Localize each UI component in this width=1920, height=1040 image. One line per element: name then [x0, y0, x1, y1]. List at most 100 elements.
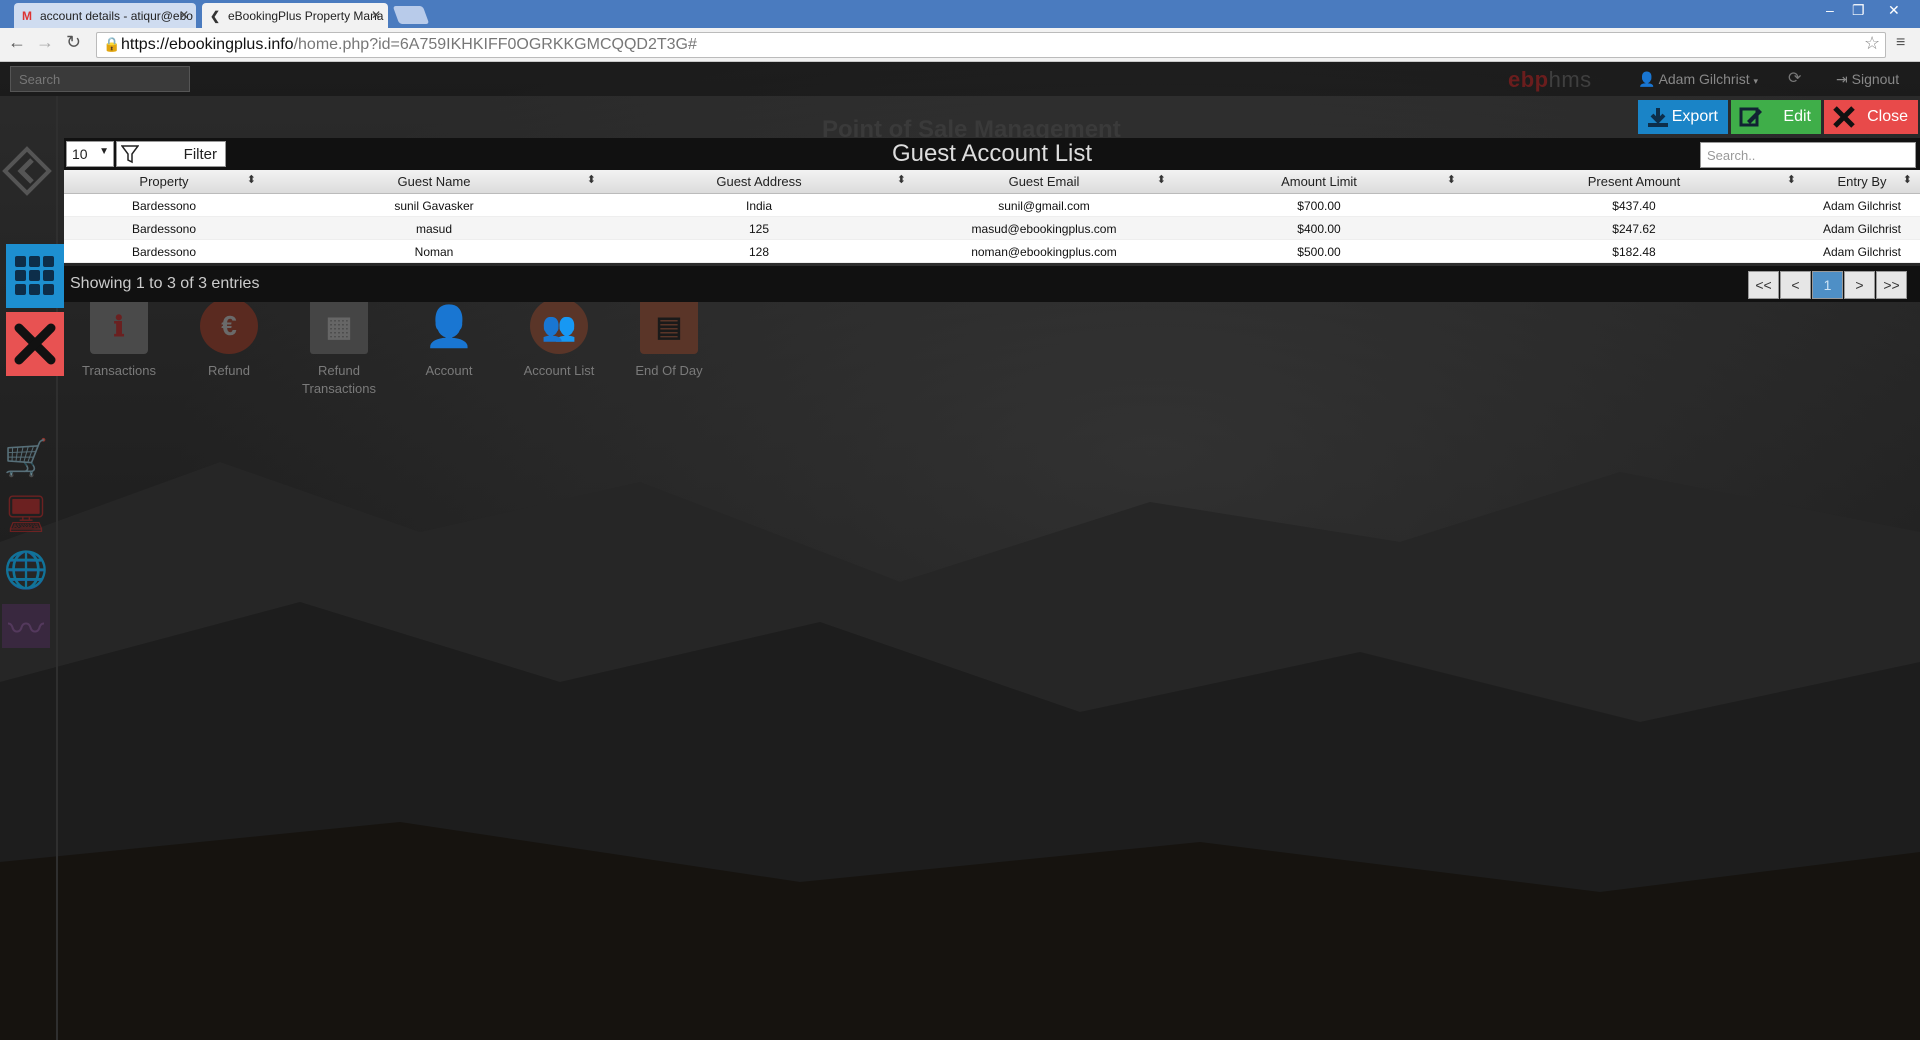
entries-info: Showing 1 to 3 of 3 entries [70, 275, 260, 292]
close-label: Close [1867, 108, 1908, 125]
column-header[interactable]: Property ⬍ [64, 170, 264, 194]
table-header-row: Property ⬍ Guest Name ⬍ Guest Address ⬍ Guest … [64, 170, 1920, 194]
tile-label: Account List [523, 363, 595, 378]
column-header[interactable]: Present Amount ⬍ [1464, 170, 1804, 194]
app-area: Search ebphms 👤 Adam Gilchrist ▾ ⟳ ⇥ Sig… [0, 62, 1920, 1040]
close-tab-icon[interactable]: ✕ [371, 8, 381, 22]
page-size-select[interactable]: 10 ▼ [66, 141, 114, 167]
refresh-icon[interactable]: ⟳ [1788, 68, 1801, 88]
table-row[interactable]: Bardessono sunil Gavasker India sunil@gmail… [64, 194, 1920, 217]
funnel-icon [121, 145, 139, 164]
table-cell: $700.00 [1297, 199, 1341, 213]
close-button[interactable]: Close [1824, 100, 1918, 134]
sort-icon: ⬍ [1786, 174, 1796, 186]
restore-icon[interactable]: ❐ [1852, 2, 1865, 19]
monitor-icon[interactable]: 🖥 [2, 492, 50, 536]
new-tab-button[interactable] [392, 6, 430, 24]
sort-icon: ⬍ [1156, 174, 1166, 186]
pencil-icon [1739, 107, 1762, 127]
table-cell: India [745, 199, 773, 213]
bookmark-star-icon[interactable]: ☆ [1864, 33, 1880, 54]
column-header-label: Entry By [1837, 174, 1887, 189]
lock-icon: 🔒 [103, 36, 121, 52]
sort-icon: ⬍ [896, 174, 906, 186]
signout-button[interactable]: ⇥ Signout [1836, 71, 1899, 88]
rail-close-button[interactable] [6, 312, 64, 376]
tile-label: Refund [208, 363, 250, 378]
edit-button[interactable]: Edit [1731, 100, 1821, 134]
minimize-icon[interactable]: – [1826, 2, 1834, 18]
column-header[interactable]: Guest Email ⬍ [914, 170, 1174, 194]
window-close-icon[interactable]: ✕ [1888, 2, 1900, 19]
pager-next[interactable]: > [1844, 271, 1875, 299]
tab-title: account details - atiqur@ebo [40, 9, 193, 23]
table-row[interactable]: Bardessono masud 125 masud@ebookingplus.com… [64, 217, 1920, 240]
tile-label: Refund Transactions [302, 363, 376, 396]
pager-last[interactable]: >> [1876, 271, 1907, 299]
address-bar[interactable]: 🔒 https://ebookingplus.info/home.php?id=… [96, 32, 1886, 58]
export-label: Export [1671, 108, 1718, 125]
table-cell: Adam Gilchrist [1822, 245, 1902, 259]
table-cell: Adam Gilchrist [1822, 199, 1902, 213]
column-header[interactable]: Guest Address ⬍ [604, 170, 914, 194]
column-header-label: Present Amount [1587, 174, 1681, 189]
gmail-icon: M [22, 9, 32, 23]
browser-tab-ebp[interactable]: ❮ eBookingPlus Property Mana ✕ [202, 3, 388, 28]
signout-label: Signout [1851, 71, 1900, 87]
forward-arrow-icon[interactable]: → [36, 32, 54, 53]
globe-icon[interactable]: 🌐 [2, 548, 50, 592]
pager-first[interactable]: << [1748, 271, 1779, 299]
chart-icon[interactable]: 〰 [2, 604, 50, 649]
close-icon [14, 323, 56, 365]
table-cell: $500.00 [1297, 245, 1341, 259]
user-name: Adam Gilchrist [1658, 71, 1750, 87]
column-header[interactable]: Amount Limit ⬍ [1174, 170, 1464, 194]
column-header[interactable]: Guest Name ⬍ [264, 170, 604, 194]
guest-account-modal: Export Edit Close Guest Account List 10 … [64, 98, 1920, 338]
column-header[interactable]: Entry By ⬍ [1804, 170, 1920, 194]
back-arrow-icon[interactable]: ← [8, 32, 26, 53]
app-grid-button[interactable] [6, 244, 64, 308]
filter-button[interactable]: Filter [116, 141, 226, 167]
chevron-down-icon: ▼ [99, 146, 109, 157]
brand-text-a: ebp [1508, 67, 1549, 92]
table-cell: $437.40 [1612, 199, 1656, 213]
app-search-input[interactable]: Search [10, 66, 190, 92]
pager-current[interactable]: 1 [1812, 271, 1843, 299]
list-search-input[interactable]: Search.. [1700, 142, 1916, 168]
cart-icon[interactable]: 🛒 [2, 436, 50, 480]
tile-label: Account [425, 363, 473, 378]
download-icon [1648, 108, 1668, 127]
column-header-label: Amount Limit [1281, 174, 1357, 189]
table-cell: 125 [748, 222, 770, 236]
back-arrow-icon[interactable] [2, 146, 52, 196]
table-cell: Noman [414, 245, 454, 259]
browser-tab-strip: M account details - atiqur@ebo ✕ ❮ eBook… [0, 0, 1920, 28]
browser-menu-icon[interactable]: ≡ [1896, 34, 1905, 52]
pager-prev[interactable]: < [1780, 271, 1811, 299]
user-menu[interactable]: 👤 Adam Gilchrist ▾ [1638, 71, 1758, 88]
mountain-background [0, 462, 1920, 1040]
table-cell: masud@ebookingplus.com [971, 222, 1117, 236]
table-row[interactable]: Bardessono Noman 128 noman@ebookingplus.com… [64, 240, 1920, 263]
url-path: /home.php?id=6A759IKHKIFF0OGRKKGMCQQD2T3… [293, 36, 697, 53]
table-cell: Bardessono [131, 222, 197, 236]
reload-icon[interactable]: ↻ [66, 32, 81, 53]
browser-toolbar: ← → ↻ 🔒 https://ebookingplus.info/home.p… [0, 28, 1920, 62]
table-cell: $182.48 [1612, 245, 1656, 259]
page-size-value: 10 [72, 146, 88, 162]
sort-icon: ⬍ [586, 174, 596, 186]
edit-label: Edit [1783, 108, 1811, 125]
list-title: Guest Account List [891, 140, 1093, 167]
browser-tab-gmail[interactable]: M account details - atiqur@ebo ✕ [14, 3, 196, 28]
tile-label: Transactions [82, 363, 156, 378]
table-cell: 128 [748, 245, 770, 259]
caret-icon: ▾ [1753, 76, 1759, 86]
table-cell: Adam Gilchrist [1822, 222, 1902, 236]
table-cell: Bardessono [131, 199, 197, 213]
close-tab-icon[interactable]: ✕ [179, 8, 189, 22]
tab-title: eBookingPlus Property Mana [228, 9, 384, 23]
column-header-label: Guest Name [397, 174, 471, 189]
filter-label: Filter [183, 146, 217, 163]
export-button[interactable]: Export [1638, 100, 1728, 134]
